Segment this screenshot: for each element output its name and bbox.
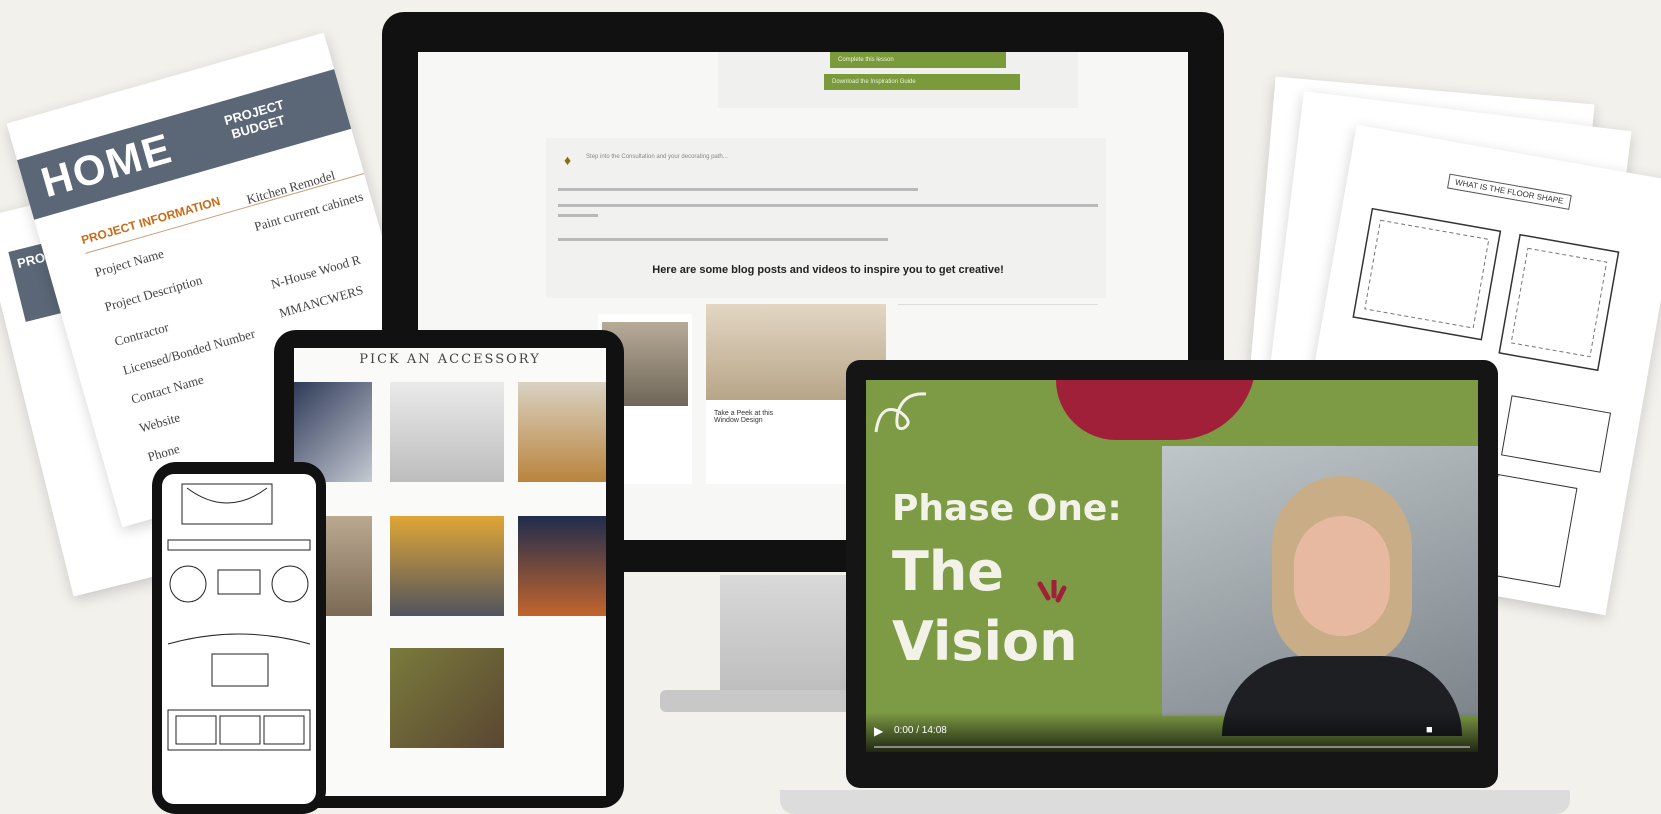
sparkle-icon: [1037, 580, 1067, 603]
video-title-line2: The: [892, 540, 1004, 603]
accessory-tile[interactable]: [390, 516, 504, 616]
budget-row-label: Contractor: [112, 319, 171, 349]
laptop-base: [780, 790, 1570, 814]
video-time: 0:00 / 14:08: [894, 725, 947, 736]
accessory-tile[interactable]: [518, 382, 606, 482]
download-guide-button[interactable]: Download the Inspiration Guide: [824, 74, 1020, 90]
volume-icon[interactable]: ■: [1426, 724, 1433, 736]
blog-headline: Here are some blog posts and videos to i…: [652, 264, 1004, 276]
presenter-video: [1162, 446, 1478, 736]
phone-screen: [162, 474, 316, 804]
blog-card-title: Take a Peek at this Window Design: [714, 410, 774, 424]
video-controls: ▶ 0:00 / 14:08 ■: [866, 712, 1478, 752]
budget-row-label: Contact Name: [129, 371, 206, 407]
progress-bar[interactable]: [874, 746, 1470, 748]
tablet-screen: PICK AN ACCESSORY: [294, 348, 606, 796]
play-icon[interactable]: ▶: [874, 724, 883, 738]
budget-brand: HOME: [35, 124, 178, 207]
video-title-line1: Phase One:: [892, 488, 1122, 529]
accessory-tile[interactable]: [518, 516, 606, 616]
budget-row-label: Project Description: [102, 272, 204, 315]
swirl-icon: [874, 392, 927, 433]
budget-row-label: Website: [137, 409, 182, 436]
accent-blob: [1056, 380, 1256, 440]
budget-row-label: Project Name: [92, 245, 166, 280]
floor-plan-sketch: [167, 483, 311, 751]
budget-title: PROJECT BUDGET: [222, 96, 287, 142]
accessory-tile[interactable]: [390, 382, 504, 482]
complete-lesson-button[interactable]: Complete this lesson: [830, 52, 1006, 68]
tablet-heading: PICK AN ACCESSORY: [359, 352, 541, 367]
budget-header-bar: HOME PROJECT BUDGET: [16, 69, 352, 220]
video-player[interactable]: Phase One: The Vision: [866, 380, 1478, 752]
accessory-tile[interactable]: [390, 648, 504, 748]
budget-value: MMANCWERS: [277, 282, 365, 321]
lightbulb-icon: ♦: [564, 152, 572, 168]
intro-text: Step into the Consultation and your deco…: [586, 154, 728, 160]
